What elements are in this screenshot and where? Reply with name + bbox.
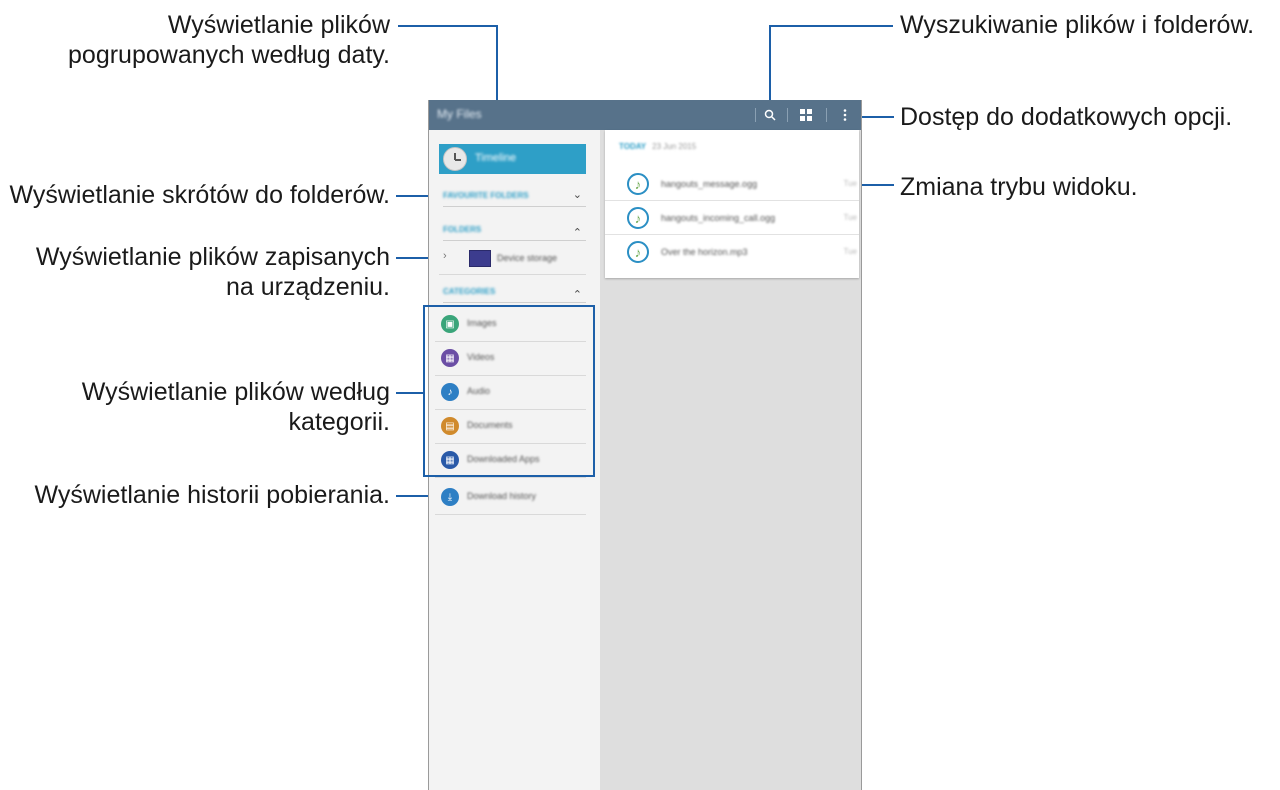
file-name: Over the horizon.mp3 [661,247,748,257]
file-date: Tue [843,247,858,256]
file-date: Tue [843,179,858,188]
file-name: hangouts_incoming_call.ogg [661,213,776,223]
callout-view-mode: Zmiana trybu widoku. [900,173,1138,201]
folders-header[interactable]: FOLDERS ⌃ [443,222,586,241]
download-history-label: Download history [467,491,537,501]
audio-file-icon: ♪ [627,173,649,195]
action-bar-divider [755,108,756,122]
callout-favourite-folders: Wyświetlanie skrótów do folderów. [9,181,391,209]
date-day-label: TODAY [619,142,647,151]
favourite-folders-header[interactable]: FAVOURITE FOLDERS ⌄ [443,188,586,207]
leader-timeline-h [398,25,498,27]
file-row[interactable]: ♪ Over the horizon.mp3 Tue [605,238,859,268]
action-bar: My Files [429,100,861,130]
categories-title: CATEGORIES [443,287,496,296]
callout-timeline: Wyświetlanie plików pogrupowanych według… [68,11,390,69]
leader-search-v [769,25,771,109]
leader-categories [396,392,423,394]
audio-file-icon: ♪ [627,207,649,229]
chevron-up-icon: ⌃ [572,289,582,301]
callout-more-options: Dostęp do dodatkowych opcji. [900,103,1233,131]
action-bar-divider [826,108,827,122]
timeline-label: Timeline [475,152,517,164]
app-title: My Files [437,107,482,121]
sidebar-item-timeline[interactable]: Timeline [439,144,586,174]
file-name: hangouts_message.ogg [661,179,758,189]
clock-icon [443,147,467,171]
file-row[interactable]: ♪ hangouts_message.ogg Tue [605,170,859,201]
sidebar-item-download-history[interactable]: ⤓ Download history [435,480,586,515]
chevron-down-icon: ⌄ [572,189,582,201]
device-storage-icon [469,250,491,267]
download-icon: ⤓ [441,488,459,506]
grid-view-icon[interactable] [794,100,818,130]
chevron-right-icon: › [443,250,447,262]
file-row[interactable]: ♪ hangouts_incoming_call.ogg Tue [605,204,859,235]
categories-highlight-box [423,305,595,477]
folders-title: FOLDERS [443,225,482,234]
categories-header[interactable]: CATEGORIES ⌃ [443,284,586,303]
search-icon[interactable] [758,100,782,130]
more-options-icon[interactable] [833,100,857,130]
callout-download-history: Wyświetlanie historii pobierania. [34,481,391,509]
device-storage-label: Device storage [497,253,558,263]
callout-device-storage: Wyświetlanie plików zapisanych na urządz… [35,243,390,301]
leader-favourites [396,195,432,197]
chevron-up-icon: ⌃ [572,227,582,239]
date-header: TODAY 23 Jun 2015 [619,142,696,151]
sidebar-item-device-storage[interactable]: › Device storage [439,242,586,275]
favourite-folders-title: FAVOURITE FOLDERS [443,191,529,200]
callout-categories: Wyświetlanie plików według kategorii. [81,378,390,436]
audio-file-icon: ♪ [627,241,649,263]
file-list-panel: TODAY 23 Jun 2015 ♪ hangouts_message.ogg … [605,130,859,278]
leader-search-h [769,25,893,27]
file-date: Tue [843,213,858,222]
action-bar-divider [787,108,788,122]
callout-search: Wyszukiwanie plików i folderów. [900,11,1255,39]
date-value: 23 Jun 2015 [652,142,697,151]
